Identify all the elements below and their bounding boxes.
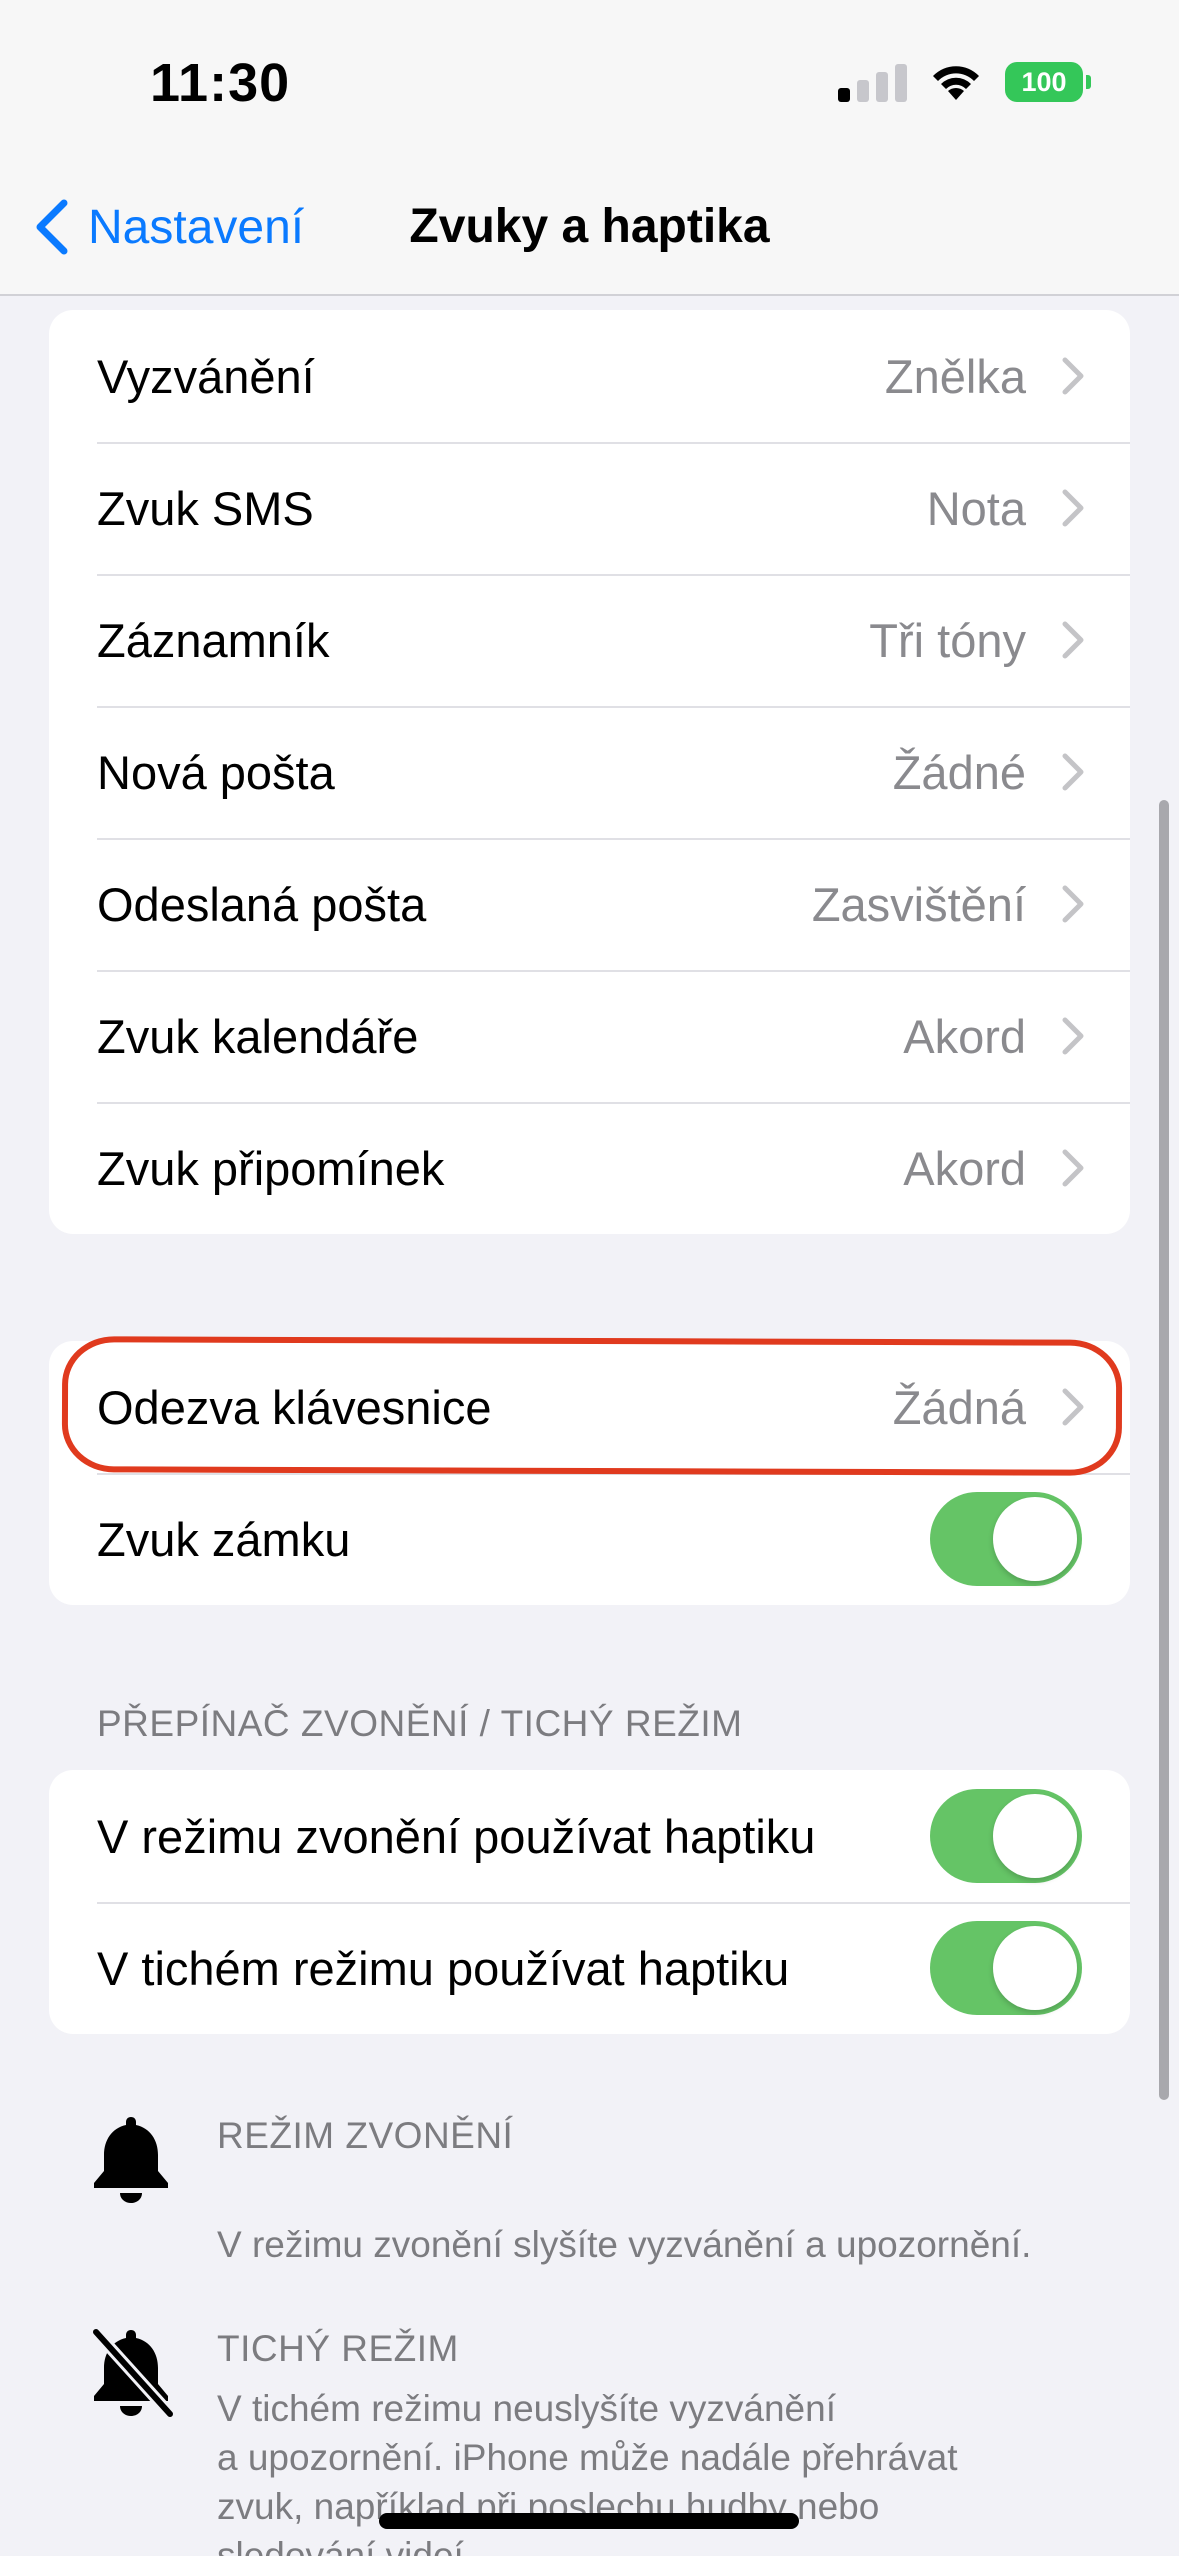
row-keyboard-feedback[interactable]: Odezva klávesnice Žádná <box>49 1341 1130 1473</box>
scroll-indicator[interactable] <box>1159 800 1169 2100</box>
chevron-right-icon <box>1062 489 1084 527</box>
row-value: Akord <box>903 1141 1026 1195</box>
row-silent-haptics: V tichém režimu používat haptiku <box>49 1902 1130 2034</box>
chevron-left-icon <box>36 199 68 255</box>
row-value: Nota <box>926 481 1026 535</box>
back-button[interactable]: Nastavení <box>28 192 304 262</box>
row-label: Odezva klávesnice <box>97 1380 492 1434</box>
haptics-group: V režimu zvonění používat haptiku V tich… <box>49 1770 1130 2034</box>
toggle-knob <box>993 1497 1077 1581</box>
battery-icon: 100 <box>1005 62 1091 102</box>
silent-desc-line: V tichém režimu neuslyšíte vyzvánění <box>217 2388 836 2429</box>
silent-mode-title: TICHÝ REŽIM <box>217 2328 459 2369</box>
back-label: Nastavení <box>88 200 305 254</box>
sounds-group: Vyzvánění Znělka Zvuk SMS Nota Záznamník… <box>49 310 1130 1234</box>
system-sounds-group: Odezva klávesnice Žádná Zvuk zámku <box>49 1341 1130 1605</box>
row-label: Záznamník <box>97 613 330 667</box>
row-label: Odeslaná pošta <box>97 877 427 931</box>
settings-screen: 11:30 100 Zvuky a haptika Nastavení Vyzv… <box>0 0 1179 2556</box>
row-label: Nová pošta <box>97 745 335 799</box>
lock-sound-toggle[interactable] <box>930 1492 1082 1586</box>
row-value: Tři tóny <box>869 613 1026 667</box>
row-sms-sound[interactable]: Zvuk SMS Nota <box>49 442 1130 574</box>
row-calendar-sound[interactable]: Zvuk kalendáře Akord <box>49 970 1130 1102</box>
toggle-knob <box>993 1926 1077 2010</box>
row-ring-haptics: V režimu zvonění používat haptiku <box>49 1770 1130 1902</box>
navigation-bar: Zvuky a haptika Nastavení <box>0 170 1179 296</box>
silent-desc-line: a upozornění. iPhone může nadále přehráv… <box>217 2437 958 2478</box>
status-time: 11:30 <box>150 53 291 113</box>
battery-level: 100 <box>1021 66 1067 97</box>
row-value: Žádné <box>892 745 1026 799</box>
silent-haptics-toggle[interactable] <box>930 1921 1082 2015</box>
row-lock-sound: Zvuk zámku <box>49 1473 1130 1605</box>
row-value: Zasvištění <box>811 877 1026 931</box>
chevron-right-icon <box>1062 1388 1084 1426</box>
chevron-right-icon <box>1062 1149 1084 1187</box>
status-bar: 11:30 100 <box>0 0 1179 170</box>
row-label: Zvuk zámku <box>97 1512 351 1566</box>
row-value: Znělka <box>884 349 1026 403</box>
chevron-right-icon <box>1062 1017 1084 1055</box>
row-sent-mail[interactable]: Odeslaná pošta Zasvištění <box>49 838 1130 970</box>
silent-desc-line: sledování videí. <box>217 2535 475 2556</box>
toggle-knob <box>993 1794 1077 1878</box>
cellular-signal-icon <box>838 62 907 102</box>
chevron-right-icon <box>1062 753 1084 791</box>
ring-mode-title: REŽIM ZVONĚNÍ <box>217 2115 514 2156</box>
row-label: Zvuk připomínek <box>97 1141 445 1195</box>
row-label: Zvuk SMS <box>97 481 314 535</box>
chevron-right-icon <box>1062 621 1084 659</box>
row-label: V tichém režimu používat haptiku <box>97 1941 790 1995</box>
row-value: Žádná <box>892 1380 1026 1434</box>
row-reminder-sound[interactable]: Zvuk připomínek Akord <box>49 1102 1130 1234</box>
wifi-icon <box>933 66 979 100</box>
chevron-right-icon <box>1062 885 1084 923</box>
status-icons: 100 <box>838 62 1091 102</box>
home-indicator[interactable] <box>379 2513 799 2529</box>
bell-icon <box>94 2117 168 2203</box>
bell-slash-icon <box>90 2326 174 2418</box>
row-label: Vyzvánění <box>97 349 315 403</box>
row-label: V režimu zvonění používat haptiku <box>97 1809 816 1863</box>
row-value: Akord <box>903 1009 1026 1063</box>
section-header: PŘEPÍNAČ ZVONĚNÍ / TICHÝ REŽIM <box>97 1703 743 1744</box>
silent-mode-description: V tichém režimu neuslyšíte vyzvánění a u… <box>217 2384 1117 2556</box>
row-new-mail[interactable]: Nová pošta Žádné <box>49 706 1130 838</box>
row-ringtone[interactable]: Vyzvánění Znělka <box>49 310 1130 442</box>
ring-haptics-toggle[interactable] <box>930 1789 1082 1883</box>
row-voicemail[interactable]: Záznamník Tři tóny <box>49 574 1130 706</box>
chevron-right-icon <box>1062 357 1084 395</box>
row-label: Zvuk kalendáře <box>97 1009 419 1063</box>
ring-mode-description: V režimu zvonění slyšíte vyzvánění a upo… <box>217 2224 1032 2265</box>
